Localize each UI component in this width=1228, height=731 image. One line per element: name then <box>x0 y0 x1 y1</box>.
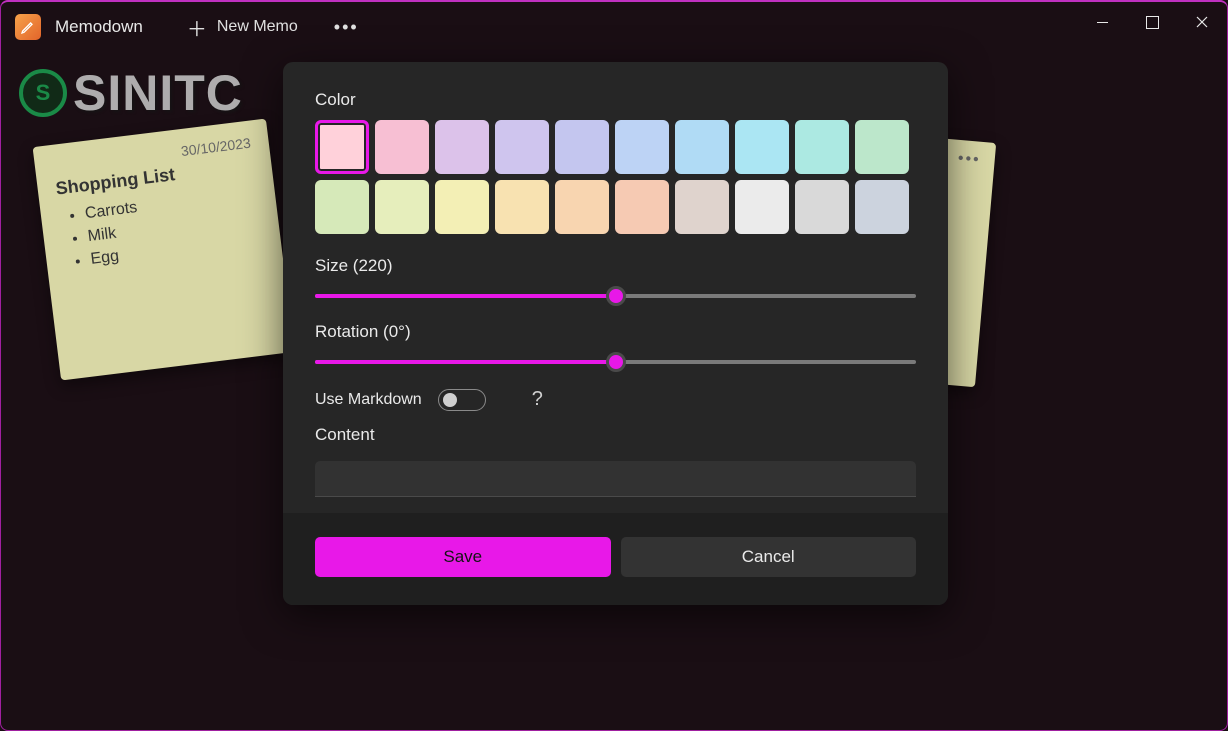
color-swatch[interactable] <box>855 120 909 174</box>
watermark: S SINITC <box>19 64 243 122</box>
watermark-badge: S <box>19 69 67 117</box>
color-swatch[interactable] <box>855 180 909 234</box>
content-input[interactable] <box>315 461 916 497</box>
new-memo-dialog: Color Size (220) Rotation (0°) Use Markd… <box>283 62 948 605</box>
plus-icon: ＋ <box>187 13 207 42</box>
size-slider[interactable] <box>315 294 916 298</box>
color-swatch[interactable] <box>735 180 789 234</box>
color-swatch[interactable] <box>735 120 789 174</box>
color-swatch[interactable] <box>555 180 609 234</box>
rotation-slider[interactable] <box>315 360 916 364</box>
watermark-text: SINITC <box>73 64 243 122</box>
color-swatch[interactable] <box>375 120 429 174</box>
more-menu[interactable]: ••• <box>334 17 359 38</box>
app-icon <box>15 14 41 40</box>
size-slider-thumb[interactable] <box>606 286 626 306</box>
new-memo-label: New Memo <box>217 18 298 36</box>
note-menu-icon[interactable]: ••• <box>957 150 981 170</box>
rotation-slider-thumb[interactable] <box>606 352 626 372</box>
minimize-button[interactable] <box>1077 2 1127 42</box>
new-memo-button[interactable]: ＋ New Memo <box>177 9 308 46</box>
cancel-button[interactable]: Cancel <box>621 537 917 577</box>
note-list: Carrots Milk Egg <box>84 181 264 271</box>
rotation-label: Rotation (0°) <box>315 322 916 342</box>
color-swatch[interactable] <box>795 180 849 234</box>
window-controls <box>1077 2 1227 42</box>
content-label: Content <box>315 425 916 445</box>
save-button[interactable]: Save <box>315 537 611 577</box>
dialog-footer: Save Cancel <box>283 513 948 605</box>
color-swatch[interactable] <box>495 120 549 174</box>
color-swatch[interactable] <box>315 120 369 174</box>
color-swatch[interactable] <box>435 180 489 234</box>
close-button[interactable] <box>1177 2 1227 42</box>
color-swatch[interactable] <box>675 180 729 234</box>
color-label: Color <box>315 90 916 110</box>
color-swatch[interactable] <box>675 120 729 174</box>
markdown-label: Use Markdown <box>315 391 422 409</box>
size-label: Size (220) <box>315 256 916 276</box>
color-swatch[interactable] <box>315 180 369 234</box>
color-swatch[interactable] <box>375 180 429 234</box>
color-swatches <box>315 120 916 234</box>
color-swatch[interactable] <box>435 120 489 174</box>
titlebar: Memodown ＋ New Memo ••• <box>1 2 1227 52</box>
help-icon[interactable]: ? <box>532 388 543 411</box>
color-swatch[interactable] <box>615 120 669 174</box>
color-swatch[interactable] <box>615 180 669 234</box>
color-swatch[interactable] <box>555 120 609 174</box>
color-swatch[interactable] <box>495 180 549 234</box>
markdown-toggle[interactable] <box>438 389 486 411</box>
color-swatch[interactable] <box>795 120 849 174</box>
maximize-button[interactable] <box>1127 2 1177 42</box>
app-title: Memodown <box>55 17 143 37</box>
shopping-list-note[interactable]: 30/10/2023 Shopping List Carrots Milk Eg… <box>33 119 295 381</box>
